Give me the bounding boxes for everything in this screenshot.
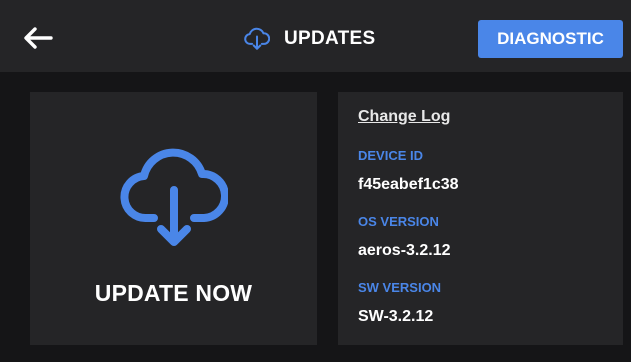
diagnostic-button[interactable]: DIAGNOSTIC: [478, 20, 623, 58]
page-title: UPDATES: [284, 28, 376, 49]
update-now-button[interactable]: UPDATE NOW: [30, 92, 317, 345]
top-bar: UPDATES DIAGNOSTIC: [0, 0, 631, 72]
os-version-value: aeros-3.2.12: [358, 242, 451, 259]
page-title-group: UPDATES: [244, 22, 375, 56]
device-info-panel: Change Log DEVICE ID f45eabef1c38 OS VER…: [338, 92, 623, 345]
sw-version-label: SW VERSION: [358, 280, 442, 295]
main-content: UPDATE NOW Change Log DEVICE ID f45eabef…: [0, 72, 631, 362]
device-id-value: f45eabef1c38: [358, 176, 459, 193]
update-now-label: UPDATE NOW: [94, 280, 253, 306]
cloud-download-icon: [120, 148, 228, 246]
cloud-download-icon: [244, 27, 270, 50]
os-version-label: OS VERSION: [358, 214, 439, 229]
sw-version-value: SW-3.2.12: [358, 308, 434, 325]
device-id-label: DEVICE ID: [358, 148, 424, 163]
arrow-left-icon: [24, 27, 53, 49]
change-log-link[interactable]: Change Log: [358, 108, 450, 126]
back-button[interactable]: [16, 20, 60, 56]
